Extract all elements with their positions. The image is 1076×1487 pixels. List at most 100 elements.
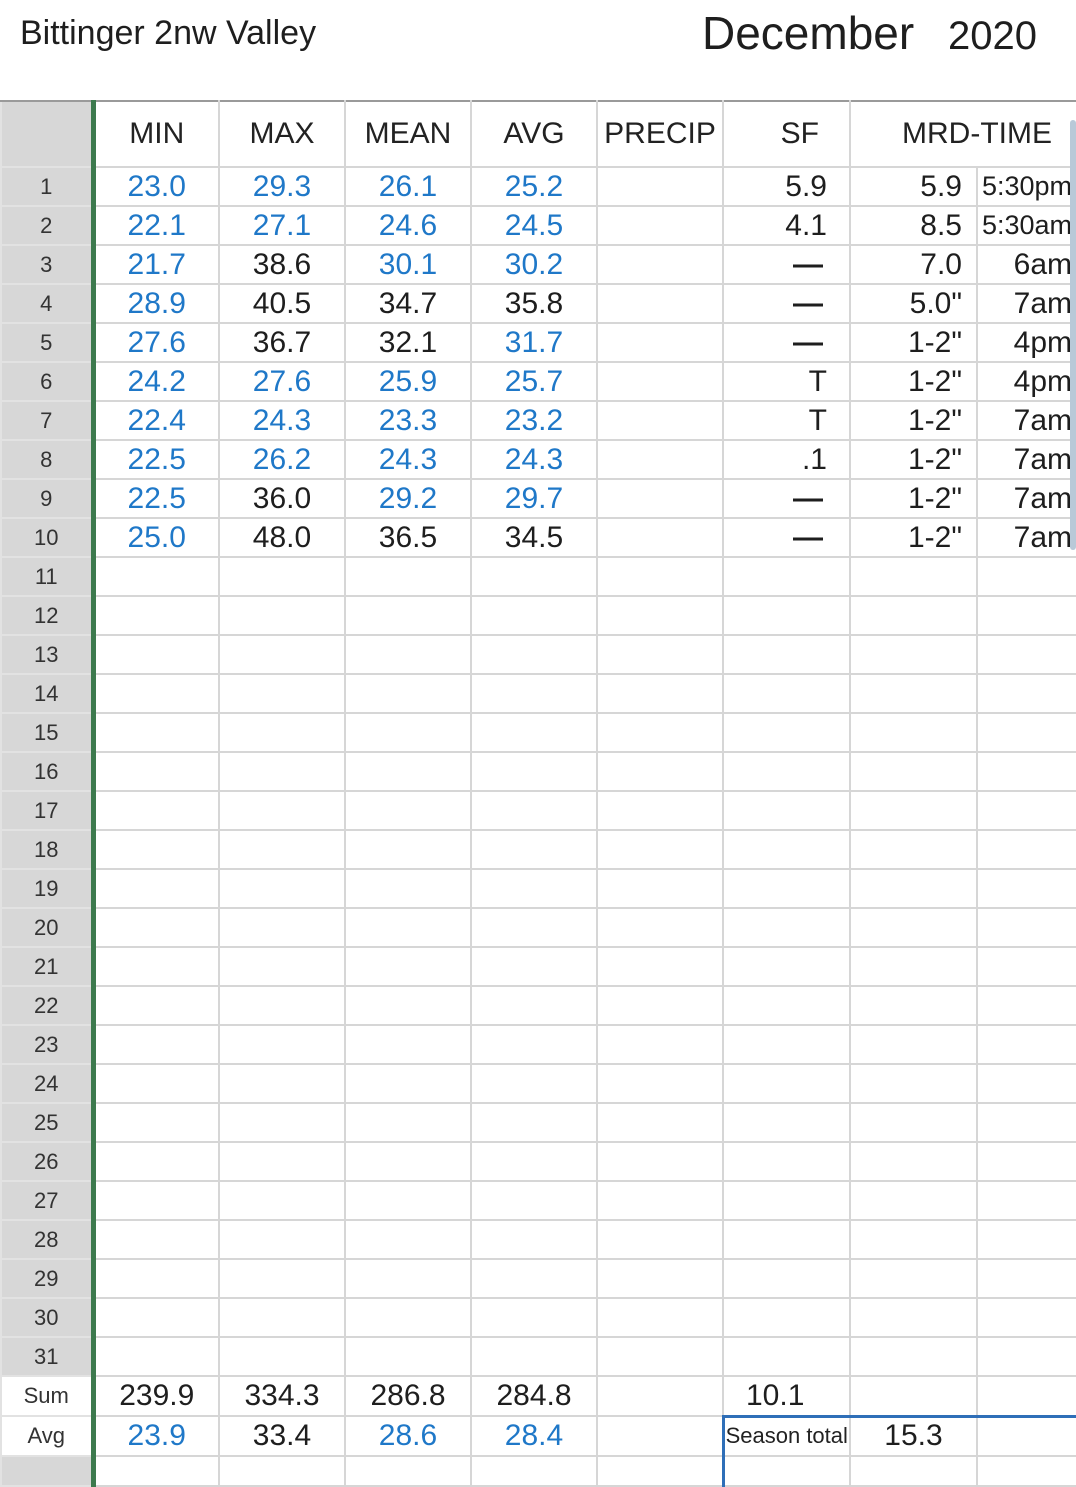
empty-cell[interactable] [470, 634, 598, 675]
cell-precip[interactable] [596, 517, 724, 558]
empty-cell[interactable] [344, 1141, 472, 1182]
empty-cell[interactable] [722, 634, 851, 675]
cell-time[interactable]: 4pm [975, 361, 1076, 402]
empty-cell[interactable] [975, 1219, 1076, 1260]
empty-cell[interactable] [849, 1375, 978, 1417]
empty-cell[interactable] [344, 595, 472, 636]
cell-min[interactable]: 22.5 [92, 439, 220, 480]
empty-cell[interactable] [722, 1063, 851, 1104]
empty-cell[interactable] [470, 1141, 598, 1182]
cell-mean[interactable]: 25.9 [344, 361, 472, 402]
empty-cell[interactable] [218, 829, 346, 870]
cell-time[interactable]: 5:30pm [975, 166, 1076, 207]
empty-cell[interactable] [218, 1063, 346, 1104]
empty-cell[interactable] [344, 868, 472, 909]
avg-label[interactable]: Avg [0, 1415, 96, 1457]
cell-precip[interactable] [596, 400, 724, 441]
empty-cell[interactable] [596, 829, 724, 870]
row-header[interactable]: 5 [0, 322, 96, 363]
cell-sf[interactable]: .1 [722, 439, 851, 480]
empty-cell[interactable] [218, 634, 346, 675]
sum-mean[interactable]: 286.8 [344, 1375, 472, 1417]
empty-cell[interactable] [849, 1455, 978, 1487]
empty-cell[interactable] [596, 1024, 724, 1065]
cell-max[interactable]: 36.7 [218, 322, 346, 363]
empty-cell[interactable] [470, 556, 598, 597]
cell-min[interactable]: 22.4 [92, 400, 220, 441]
cell-min[interactable]: 28.9 [92, 283, 220, 324]
empty-cell[interactable] [344, 1336, 472, 1377]
row-header[interactable] [0, 1455, 96, 1487]
empty-cell[interactable] [849, 868, 978, 909]
cell-min[interactable]: 23.0 [92, 166, 220, 207]
empty-cell[interactable] [849, 1180, 978, 1221]
cell-precip[interactable] [596, 361, 724, 402]
column-header-max[interactable]: MAX [218, 100, 346, 168]
cell-min[interactable]: 21.7 [92, 244, 220, 285]
empty-cell[interactable] [92, 1102, 220, 1143]
empty-cell[interactable] [975, 1375, 1076, 1417]
empty-cell[interactable] [344, 1180, 472, 1221]
empty-cell[interactable] [218, 1219, 346, 1260]
row-header[interactable]: 7 [0, 400, 96, 441]
empty-cell[interactable] [218, 985, 346, 1026]
empty-cell[interactable] [470, 1180, 598, 1221]
empty-cell[interactable] [722, 1219, 851, 1260]
empty-cell[interactable] [344, 1024, 472, 1065]
empty-cell[interactable] [849, 829, 978, 870]
cell-mrd[interactable]: 5.0" [849, 283, 978, 324]
empty-cell[interactable] [470, 1258, 598, 1299]
empty-cell[interactable] [470, 790, 598, 831]
avg-max[interactable]: 33.4 [218, 1415, 346, 1457]
empty-cell[interactable] [218, 673, 346, 714]
avg-mean[interactable]: 28.6 [344, 1415, 472, 1457]
cell-avg[interactable]: 25.7 [470, 361, 598, 402]
empty-cell[interactable] [92, 595, 220, 636]
empty-cell[interactable] [92, 1297, 220, 1338]
row-header[interactable]: 24 [0, 1063, 96, 1104]
empty-cell[interactable] [975, 868, 1076, 909]
empty-cell[interactable] [722, 946, 851, 987]
cell-sf[interactable]: — [722, 478, 851, 519]
empty-cell[interactable] [849, 712, 978, 753]
cell-mrd[interactable]: 1-2" [849, 478, 978, 519]
empty-cell[interactable] [92, 1024, 220, 1065]
empty-cell[interactable] [344, 790, 472, 831]
cell-mrd[interactable]: 8.5 [849, 205, 978, 246]
empty-cell[interactable] [975, 1102, 1076, 1143]
empty-cell[interactable] [975, 673, 1076, 714]
empty-cell[interactable] [722, 751, 851, 792]
cell-mrd[interactable]: 1-2" [849, 400, 978, 441]
cell-max[interactable]: 26.2 [218, 439, 346, 480]
cell-max[interactable]: 24.3 [218, 400, 346, 441]
empty-cell[interactable] [470, 1336, 598, 1377]
empty-cell[interactable] [975, 634, 1076, 675]
empty-cell[interactable] [92, 634, 220, 675]
row-header[interactable]: 12 [0, 595, 96, 636]
empty-cell[interactable] [470, 673, 598, 714]
empty-cell[interactable] [596, 751, 724, 792]
empty-cell[interactable] [344, 712, 472, 753]
empty-cell[interactable] [722, 907, 851, 948]
empty-cell[interactable] [92, 1258, 220, 1299]
empty-cell[interactable] [722, 595, 851, 636]
empty-cell[interactable] [975, 712, 1076, 753]
row-header[interactable]: 15 [0, 712, 96, 753]
cell-mean[interactable]: 34.7 [344, 283, 472, 324]
empty-cell[interactable] [975, 946, 1076, 987]
cell-mean[interactable]: 24.6 [344, 205, 472, 246]
empty-cell[interactable] [596, 1258, 724, 1299]
avg-avg[interactable]: 28.4 [470, 1415, 598, 1457]
empty-cell[interactable] [218, 751, 346, 792]
empty-cell[interactable] [218, 712, 346, 753]
empty-cell[interactable] [596, 1063, 724, 1104]
empty-cell[interactable] [596, 1180, 724, 1221]
cell-sf[interactable]: — [722, 244, 851, 285]
empty-cell[interactable] [596, 1336, 724, 1377]
cell-avg[interactable]: 24.3 [470, 439, 598, 480]
empty-cell[interactable] [849, 946, 978, 987]
empty-cell[interactable] [975, 1297, 1076, 1338]
cell-max[interactable]: 36.0 [218, 478, 346, 519]
empty-cell[interactable] [218, 1102, 346, 1143]
empty-cell[interactable] [218, 946, 346, 987]
